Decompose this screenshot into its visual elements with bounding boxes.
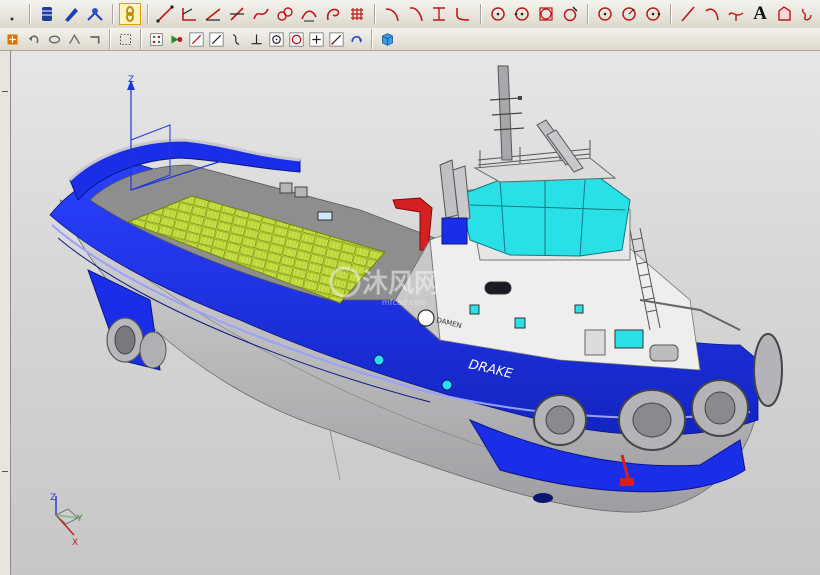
circle-radius-icon[interactable] (618, 3, 640, 25)
diagonal-select-icon[interactable] (327, 30, 345, 48)
toolbar-separator (587, 4, 589, 24)
grid-icon[interactable] (346, 3, 368, 25)
logo-ring (417, 309, 435, 327)
refresh-icon[interactable] (347, 30, 365, 48)
circle-3pt-icon[interactable] (594, 3, 616, 25)
tugboat-model[interactable]: DAMEN DRAKE Z Y 沐风网 mfcad.com Z X Y (11, 51, 820, 575)
point-icon[interactable] (1, 3, 23, 25)
layer-icon[interactable] (36, 3, 58, 25)
pencil-icon[interactable] (60, 3, 82, 25)
line-select-icon[interactable] (187, 30, 205, 48)
circle-tangent-icon[interactable] (559, 3, 581, 25)
snap-icon[interactable] (84, 3, 106, 25)
watermark-sub: mfcad.com (382, 298, 427, 307)
resource-bar-tick (2, 471, 8, 472)
view-triad-x-label: X (72, 538, 78, 548)
arc-spiral-icon[interactable] (322, 3, 344, 25)
circle-select-icon[interactable] (267, 30, 285, 48)
toolbar-separator (670, 4, 672, 24)
toolbar-separator (480, 4, 482, 24)
resource-bar-tick (2, 91, 8, 92)
deck-door (584, 329, 606, 356)
fit-icon[interactable] (65, 30, 83, 48)
bend-icon[interactable] (381, 3, 403, 25)
watermark-text: 沐风网 (362, 269, 440, 299)
hull-porthole (373, 354, 385, 366)
selection-filter-icon[interactable] (167, 30, 185, 48)
plus-select-icon[interactable] (307, 30, 325, 48)
ring-select-icon[interactable] (287, 30, 305, 48)
grab-icon[interactable] (85, 30, 103, 48)
nozzle (139, 331, 167, 369)
link-icon[interactable] (118, 3, 141, 25)
line-angle-icon[interactable] (202, 3, 224, 25)
undo-icon[interactable] (25, 30, 43, 48)
circle-center-icon[interactable] (487, 3, 509, 25)
perpendicular-icon[interactable] (247, 30, 265, 48)
view-triad-z-label: Z (50, 493, 56, 503)
circle-dot-icon[interactable] (642, 3, 664, 25)
resource-bar[interactable] (0, 51, 11, 575)
circle-pt-icon[interactable] (511, 3, 533, 25)
toolbar-separator (371, 29, 372, 49)
toolbar-separator (28, 4, 30, 24)
select-box-icon[interactable] (116, 30, 134, 48)
view-menu-icon[interactable] (1, 30, 23, 48)
cross-line-icon[interactable] (226, 3, 248, 25)
spline-icon[interactable] (250, 3, 272, 25)
winch (649, 344, 679, 362)
cube-icon[interactable] (378, 30, 396, 48)
life-raft (484, 281, 512, 295)
nozzle-inner (114, 325, 136, 355)
anchor-mark (620, 478, 634, 486)
toolbar-separator (373, 4, 375, 24)
branch-icon[interactable] (725, 3, 747, 25)
funnel-base (441, 217, 468, 245)
bend-alt-icon[interactable] (405, 3, 427, 25)
hull-seam (329, 429, 341, 481)
toolbar-separator (146, 4, 148, 24)
circle-square-icon[interactable] (535, 3, 557, 25)
toolbar-separator (111, 4, 113, 24)
slash-icon[interactable] (207, 30, 225, 48)
line-icon[interactable] (154, 3, 176, 25)
curve-icon[interactable] (227, 30, 245, 48)
trim-icon[interactable] (429, 3, 451, 25)
region-icon[interactable] (773, 3, 795, 25)
arc-icon[interactable] (701, 3, 723, 25)
porthole-window (574, 304, 584, 314)
secondary-toolbar (0, 28, 820, 51)
fillet-icon[interactable] (452, 3, 474, 25)
line-diagonal-icon[interactable] (677, 3, 699, 25)
porthole-window (514, 317, 526, 329)
main-toolbar: A (0, 0, 820, 29)
bollard (279, 182, 293, 194)
toolbar-separator (140, 29, 141, 49)
snap-grid-icon[interactable] (147, 30, 165, 48)
rotate-icon[interactable] (45, 30, 63, 48)
deck-box (614, 329, 644, 349)
chain-icon[interactable] (274, 3, 296, 25)
text-tool-label: A (753, 3, 767, 24)
toolbar-separator (109, 29, 110, 49)
bow-thruster (533, 493, 553, 503)
mast-light (518, 96, 522, 100)
link2-icon[interactable] (797, 3, 819, 25)
deck-hatch (317, 211, 333, 221)
curve-offset-icon[interactable] (298, 3, 320, 25)
porthole-window (469, 304, 480, 315)
work-plane-y-label: Y (227, 155, 234, 165)
angle-icon[interactable] (178, 3, 200, 25)
bollard (294, 186, 308, 198)
hull-porthole (441, 379, 453, 391)
text-icon[interactable]: A (749, 3, 771, 25)
graphics-viewport[interactable]: DAMEN DRAKE Z Y 沐风网 mfcad.com Z X Y (11, 51, 820, 575)
wheelhouse-roof (473, 157, 617, 183)
mast (497, 65, 513, 161)
view-triad: Z X Y (50, 493, 83, 548)
work-plane-z-label: Z (128, 75, 134, 85)
